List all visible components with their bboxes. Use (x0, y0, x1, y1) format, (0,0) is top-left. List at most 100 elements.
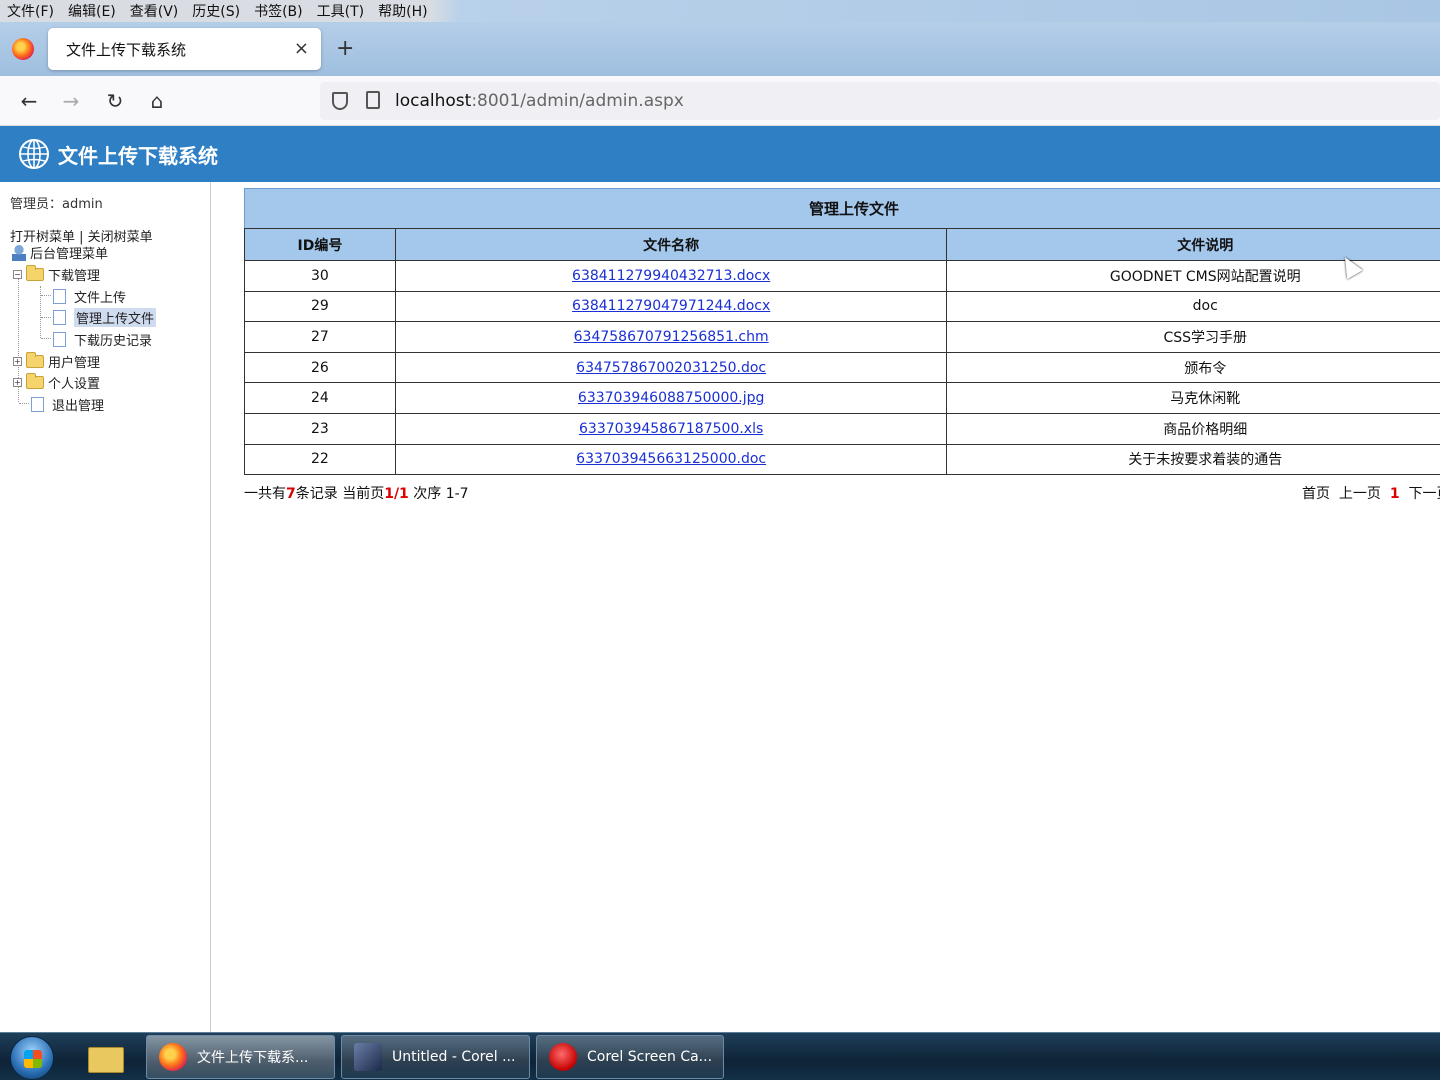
nav-bar: ← → ↻ ⌂ localhost:8001/admin/admin.aspx (0, 76, 1440, 126)
collapse-icon[interactable]: − (13, 270, 22, 279)
admin-user-icon (12, 244, 26, 261)
expand-icon[interactable]: + (13, 357, 22, 366)
taskbar: 文件上传下载系... Untitled - Corel ... Corel Sc… (0, 1032, 1440, 1080)
tab-active[interactable]: 文件上传下载系统 × (48, 28, 321, 70)
tree-line (41, 295, 51, 296)
url-text[interactable]: localhost:8001/admin/admin.aspx (395, 91, 684, 111)
col-desc-header: 文件说明 (946, 228, 1440, 261)
user-mgmt-label: 用户管理 (48, 356, 101, 371)
tree-personal-settings[interactable]: + 个人设置 (13, 373, 100, 392)
main-content: 管理上传文件 ID编号 文件名称 文件说明 30 638411279940432… (244, 188, 1440, 505)
back-icon[interactable]: ← (16, 88, 42, 114)
table-row: 23 633703945867187500.xls 商品价格明细 (244, 412, 1440, 445)
menu-history[interactable]: 历史(S) (185, 1, 247, 21)
home-icon[interactable]: ⌂ (144, 88, 170, 114)
taskbar-item-corel[interactable]: Untitled - Corel ... (341, 1035, 530, 1079)
folder-icon (26, 352, 44, 368)
file-link[interactable]: 633703946088750000.jpg (578, 390, 764, 406)
record-count: 7 (286, 486, 296, 503)
cell-desc: CSS学习手册 (946, 321, 1440, 353)
cell-id: 26 (244, 351, 396, 384)
menu-bookmarks[interactable]: 书签(B) (247, 1, 310, 21)
table-row: 30 638411279940432713.docx GOODNET CMS网站… (244, 260, 1440, 292)
pager-text: 一共有 (244, 486, 286, 503)
folder-icon (26, 373, 44, 389)
start-button[interactable] (10, 1036, 54, 1080)
tab-title: 文件上传下载系统 (66, 40, 187, 59)
cell-name: 633703945867187500.xls (394, 412, 948, 445)
tree-manage-uploads[interactable]: 管理上传文件 (53, 308, 157, 327)
tree-root[interactable]: 后台管理菜单 (12, 243, 108, 262)
prev-page-link[interactable]: 上一页 (1339, 486, 1381, 502)
file-upload-label: 文件上传 (74, 291, 127, 306)
tree-line (41, 317, 51, 318)
tree-logout[interactable]: 退出管理 (31, 395, 104, 414)
cell-desc: 马克休闲靴 (946, 382, 1440, 414)
menu-tools[interactable]: 工具(T) (310, 1, 371, 21)
forward-icon[interactable]: → (58, 88, 84, 114)
table-row: 26 634757867002031250.doc 颁布令 (244, 351, 1440, 384)
col-id-header: ID编号 (244, 228, 396, 261)
tree-user-mgmt[interactable]: + 用户管理 (13, 352, 100, 371)
new-tab-button[interactable]: + (336, 36, 354, 61)
cell-id: 24 (244, 382, 396, 414)
current-page: 1/1 (384, 486, 409, 503)
cell-desc: 颁布令 (946, 351, 1440, 384)
page-icon (53, 289, 66, 304)
firefox-icon (159, 1043, 187, 1071)
file-link[interactable]: 634758670791256851.chm (574, 329, 769, 345)
folder-open-icon (26, 265, 44, 281)
cell-desc: 关于未按要求着装的通告 (946, 443, 1440, 476)
file-link[interactable]: 638411279047971244.docx (572, 298, 770, 314)
taskbar-item-label: 文件上传下载系... (197, 1050, 309, 1066)
table-row: 27 634758670791256851.chm CSS学习手册 (244, 321, 1440, 353)
page-icon (53, 310, 66, 325)
tree-file-upload[interactable]: 文件上传 (53, 287, 126, 306)
taskbar-item-label: Untitled - Corel ... (392, 1049, 516, 1065)
url-path: :8001/admin/admin.aspx (471, 91, 684, 111)
explorer-taskbar-icon[interactable] (86, 1039, 126, 1075)
shield-icon[interactable] (332, 92, 348, 110)
page-number-link[interactable]: 1 (1390, 486, 1400, 502)
file-link[interactable]: 633703945867187500.xls (579, 421, 763, 437)
cell-id: 30 (244, 260, 396, 292)
download-mgmt-label: 下载管理 (48, 269, 101, 284)
tree-line (40, 286, 41, 338)
firefox-icon[interactable] (12, 38, 34, 60)
taskbar-item-screen-capture[interactable]: Corel Screen Ca... (536, 1035, 724, 1079)
tree-download-history[interactable]: 下载历史记录 (53, 330, 152, 349)
pager-summary: 一共有7条记录 当前页1/1 次序 1-7 (244, 483, 469, 503)
next-page-link[interactable]: 下一页 (1408, 486, 1440, 502)
pager-text: 条记录 当前页 (295, 486, 385, 503)
cell-id: 29 (244, 290, 396, 323)
file-link[interactable]: 638411279940432713.docx (572, 268, 770, 284)
corel-app-icon (354, 1043, 382, 1071)
menu-view[interactable]: 查看(V) (123, 1, 186, 21)
manage-uploads-label: 管理上传文件 (74, 308, 157, 327)
page-icon[interactable] (366, 91, 380, 109)
table-header-row: ID编号 文件名称 文件说明 (244, 228, 1440, 261)
file-link[interactable]: 634757867002031250.doc (576, 360, 766, 376)
tree-download-mgmt[interactable]: − 下载管理 (13, 265, 100, 284)
reload-icon[interactable]: ↻ (102, 88, 128, 114)
first-page-link[interactable]: 首页 (1302, 486, 1330, 502)
col-name-header: 文件名称 (394, 228, 948, 261)
globe-icon (19, 139, 49, 169)
tab-strip: 文件上传下载系统 × + (0, 22, 1440, 76)
menu-file[interactable]: 文件(F) (0, 1, 61, 21)
menu-edit[interactable]: 编辑(E) (61, 1, 123, 21)
url-host: localhost (395, 91, 472, 111)
record-icon (549, 1043, 577, 1071)
taskbar-item-firefox[interactable]: 文件上传下载系... (146, 1035, 335, 1079)
cell-name: 634758670791256851.chm (394, 321, 948, 353)
page-icon (31, 397, 44, 412)
close-icon[interactable]: × (294, 38, 309, 59)
pager-text: 次序 1-7 (408, 486, 469, 503)
windows-logo-icon (24, 1050, 42, 1068)
tree-line (19, 403, 29, 404)
url-bar[interactable]: localhost:8001/admin/admin.aspx (320, 82, 1440, 120)
personal-settings-label: 个人设置 (48, 377, 101, 392)
menu-help[interactable]: 帮助(H) (371, 1, 434, 21)
file-link[interactable]: 633703945663125000.doc (576, 451, 766, 467)
expand-icon[interactable]: + (13, 378, 22, 387)
